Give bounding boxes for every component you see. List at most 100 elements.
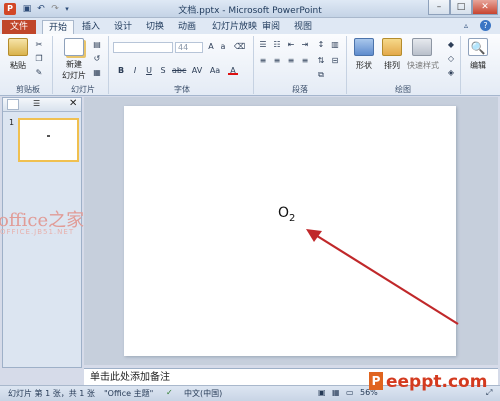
slide-info: 幻灯片 第 1 张，共 1 张 bbox=[8, 389, 95, 398]
new-slide-button[interactable]: 新建 bbox=[58, 59, 90, 70]
new-slide-label[interactable]: 幻灯片 bbox=[58, 70, 90, 81]
grow-font-icon[interactable]: A bbox=[206, 42, 216, 51]
group-label-font: 字体 bbox=[174, 85, 190, 94]
text-direction-icon[interactable]: ⇅ bbox=[316, 56, 326, 65]
columns-icon[interactable]: ▥ bbox=[330, 40, 340, 49]
shape-outline-icon[interactable]: ◇ bbox=[446, 54, 456, 63]
align-text-icon[interactable]: ⊟ bbox=[330, 56, 340, 65]
binoculars-icon[interactable]: 🔍 bbox=[468, 38, 488, 56]
group-separator bbox=[346, 36, 347, 94]
italic-button[interactable]: I bbox=[130, 66, 140, 75]
tab-animations[interactable]: 动画 bbox=[172, 20, 202, 34]
format-painter-icon[interactable]: ✎ bbox=[34, 68, 44, 77]
clear-format-icon[interactable]: ⌫ bbox=[234, 42, 245, 51]
tab-design[interactable]: 设计 bbox=[108, 20, 138, 34]
align-right-icon[interactable]: ≡ bbox=[286, 56, 296, 65]
justify-icon[interactable]: ≡ bbox=[300, 56, 310, 65]
underline-button[interactable]: U bbox=[144, 66, 154, 75]
quick-styles-icon[interactable] bbox=[412, 38, 432, 56]
shapes-icon[interactable] bbox=[354, 38, 374, 56]
tab-transitions[interactable]: 切换 bbox=[140, 20, 170, 34]
paste-icon[interactable] bbox=[8, 38, 28, 56]
group-label-drawing: 绘图 bbox=[395, 85, 411, 94]
close-panel-icon[interactable]: ✕ bbox=[69, 98, 77, 109]
tab-file[interactable]: 文件 bbox=[2, 20, 36, 34]
line-spacing-icon[interactable]: ↕ bbox=[316, 40, 326, 49]
save-icon[interactable]: ▣ bbox=[21, 3, 33, 15]
slide-number: 1 bbox=[9, 118, 15, 127]
align-center-icon[interactable]: ≡ bbox=[272, 56, 282, 65]
layout-icon[interactable]: ▤ bbox=[92, 40, 102, 49]
shadow-button[interactable]: S bbox=[158, 66, 168, 75]
change-case-button[interactable]: Aa bbox=[208, 66, 222, 75]
strikethrough-button[interactable]: abc bbox=[172, 66, 186, 75]
editing-button[interactable]: 编辑 bbox=[464, 60, 492, 71]
shape-effects-icon[interactable]: ◈ bbox=[446, 68, 456, 77]
arrange-icon[interactable] bbox=[382, 38, 402, 56]
increase-indent-icon[interactable]: ⇥ bbox=[300, 40, 310, 49]
spell-check-icon[interactable]: ✓ bbox=[166, 388, 173, 397]
tab-review[interactable]: 审阅 bbox=[256, 20, 286, 34]
decrease-indent-icon[interactable]: ⇤ bbox=[286, 40, 296, 49]
reading-view-icon[interactable]: ▭ bbox=[346, 388, 354, 397]
minimize-ribbon-icon[interactable]: ▵ bbox=[464, 21, 468, 30]
quick-styles-button[interactable]: 快速样式 bbox=[402, 60, 444, 71]
tab-slideshow[interactable]: 幻灯片放映 bbox=[206, 20, 263, 34]
new-slide-icon[interactable] bbox=[64, 38, 84, 56]
shapes-button[interactable]: 形状 bbox=[350, 60, 378, 71]
cut-icon[interactable]: ✂ bbox=[34, 40, 44, 49]
redo-icon[interactable]: ↷ bbox=[49, 3, 61, 15]
outline-tab-icon[interactable]: ☰ bbox=[33, 99, 40, 108]
font-color-button[interactable]: A bbox=[228, 66, 238, 75]
bold-button[interactable]: B bbox=[116, 66, 126, 75]
group-label-slides: 幻灯片 bbox=[71, 85, 95, 94]
minimize-button[interactable]: – bbox=[428, 0, 450, 15]
group-separator bbox=[108, 36, 109, 94]
group-separator bbox=[460, 36, 461, 94]
numbering-icon[interactable]: ☷ bbox=[272, 40, 282, 49]
tab-view[interactable]: 视图 bbox=[288, 20, 318, 34]
slide-thumbnail[interactable] bbox=[18, 118, 79, 162]
arrow-shaft bbox=[313, 233, 459, 325]
customize-quick-access-icon[interactable]: ▾ bbox=[61, 3, 73, 15]
paste-button[interactable]: 粘贴 bbox=[6, 60, 30, 71]
group-label-paragraph: 段落 bbox=[292, 85, 308, 94]
site-logo-icon: P bbox=[369, 372, 383, 390]
char-spacing-button[interactable]: AV bbox=[190, 66, 204, 75]
copy-icon[interactable]: ❐ bbox=[34, 54, 44, 63]
formula-subscript: 2 bbox=[289, 212, 296, 224]
tab-home[interactable]: 开始 bbox=[42, 20, 75, 34]
help-icon[interactable]: ? bbox=[480, 20, 491, 31]
formula-text[interactable]: O2 bbox=[278, 205, 295, 224]
align-left-icon[interactable]: ≡ bbox=[258, 56, 268, 65]
shape-fill-icon[interactable]: ◆ bbox=[446, 40, 456, 49]
shrink-font-icon[interactable]: a bbox=[218, 42, 228, 51]
smartart-icon[interactable]: ⧉ bbox=[316, 70, 326, 79]
undo-icon[interactable]: ↶ bbox=[35, 3, 47, 15]
panel-tabs: ☰ ✕ bbox=[3, 98, 81, 112]
maximize-button[interactable]: □ bbox=[450, 0, 472, 15]
slides-tab-icon[interactable] bbox=[7, 99, 19, 110]
ribbon-tabs: 文件 开始 插入 设计 切换 动画 幻灯片放映 审阅 视图 ▵ ? bbox=[0, 18, 500, 34]
slide-sorter-icon[interactable]: ▦ bbox=[332, 388, 340, 397]
font-size-combo[interactable]: 44 bbox=[175, 42, 203, 53]
language[interactable]: 中文(中国) bbox=[184, 388, 222, 399]
group-separator bbox=[52, 36, 53, 94]
theme-name: "Office 主题" bbox=[104, 389, 154, 398]
bullets-icon[interactable]: ☰ bbox=[258, 40, 268, 49]
close-button[interactable]: ✕ bbox=[472, 0, 498, 15]
site-logo-text: eeppt.com bbox=[386, 372, 488, 392]
formula-main: O bbox=[278, 205, 290, 221]
group-label-clipboard: 剪贴板 bbox=[16, 85, 40, 94]
title-bar: P ▣ ↶ ↷ ▾ 文档.pptx - Microsoft PowerPoint… bbox=[0, 0, 500, 18]
section-icon[interactable]: ▦ bbox=[92, 68, 102, 77]
powerpoint-app-icon[interactable]: P bbox=[4, 3, 16, 15]
watermark-subtext: OFFICE.JB51.NET bbox=[0, 228, 75, 236]
font-name-combo[interactable] bbox=[113, 42, 173, 53]
group-separator bbox=[253, 36, 254, 94]
normal-view-icon[interactable]: ▣ bbox=[318, 388, 326, 397]
window-title: 文档.pptx - Microsoft PowerPoint bbox=[178, 6, 322, 16]
reset-icon[interactable]: ↺ bbox=[92, 54, 102, 63]
arrow-head bbox=[306, 229, 322, 242]
tab-insert[interactable]: 插入 bbox=[76, 20, 106, 34]
